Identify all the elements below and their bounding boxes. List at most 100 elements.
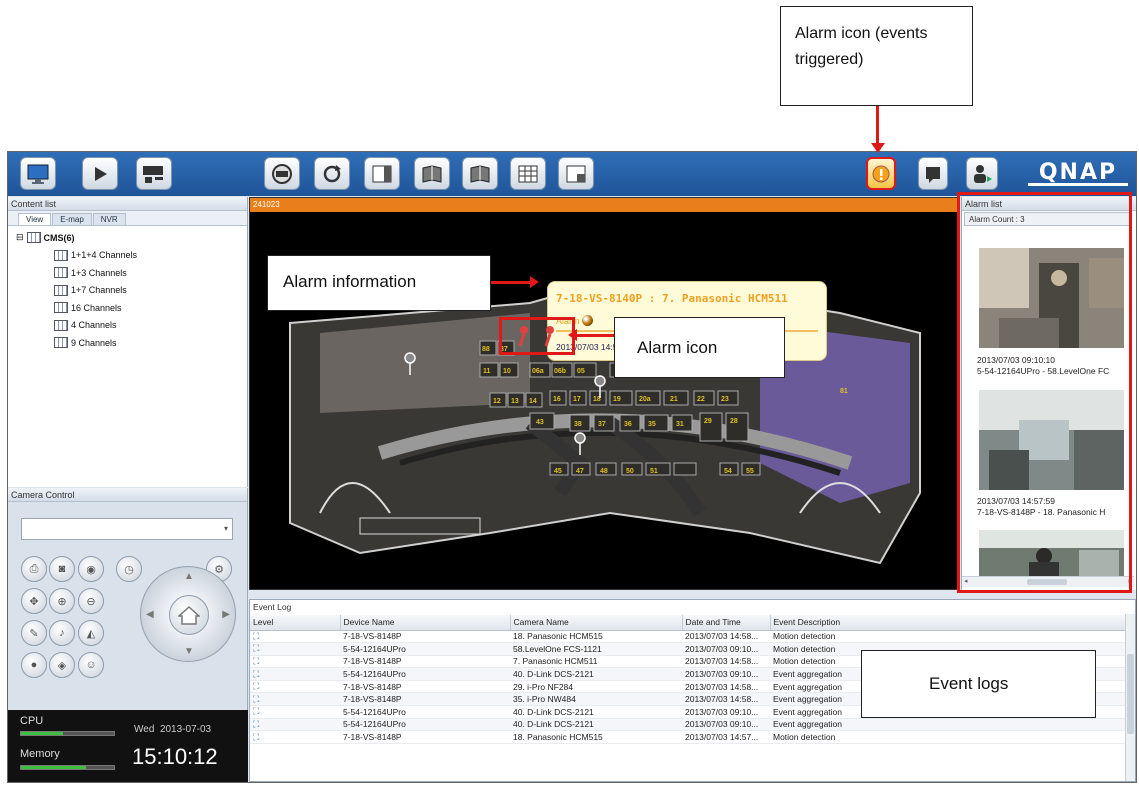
event-level-icon: ⛶ — [253, 668, 260, 679]
device-cell: 5-54-12164UPro — [340, 667, 510, 681]
config-tools-icon — [143, 165, 163, 183]
content-list-panel: Content list View E-map NVR ⊟ CMS(6) 1+1… — [8, 197, 248, 487]
event-level-icon: ⛶ — [253, 693, 260, 704]
play-icon — [95, 166, 107, 181]
grid-layout-button[interactable] — [510, 157, 546, 190]
emap-2-button[interactable] — [462, 157, 498, 190]
svg-text:50: 50 — [626, 468, 634, 475]
table-row[interactable]: ⛶ 7-18-VS-8148P 18. Panasonic HCM515 2013/0… — [250, 630, 1126, 644]
emap-button[interactable] — [414, 157, 450, 190]
ptz-cruise-button[interactable] — [264, 157, 300, 190]
time-display: 15:10:12 — [132, 744, 218, 769]
camera-cell: 7. Panasonic HCM511 — [510, 655, 682, 669]
event-log-scrollbar[interactable] — [1125, 614, 1135, 781]
iris-button[interactable]: ◭ — [78, 620, 104, 646]
svg-text:55: 55 — [746, 468, 754, 475]
tree-item[interactable]: 9 Channels — [16, 334, 247, 352]
event-level-icon: ⛶ — [253, 630, 260, 641]
record-button[interactable]: ◉ — [78, 556, 104, 582]
callout-alarm-icon-text: Alarm icon — [637, 338, 718, 357]
zoom-in-button[interactable]: ⊕ — [49, 588, 75, 614]
fullscreen-button[interactable] — [558, 157, 594, 190]
alarm-ball-icon — [581, 315, 593, 326]
ptz-up-icon[interactable]: ▲ — [184, 571, 194, 582]
camera-cell: 18. Panasonic HCM515 — [510, 730, 682, 744]
datetime-cell: 2013/07/03 14:58... — [682, 680, 770, 694]
event-level-icon: ⛶ — [253, 718, 260, 729]
ptz-down-icon[interactable]: ▼ — [184, 646, 194, 657]
column-camera[interactable]: Camera Name — [510, 615, 683, 631]
device-cell: 7-18-VS-8148P — [340, 692, 510, 707]
tree-item-label: 4 Channels — [71, 320, 117, 331]
camera-select[interactable]: ▾ — [21, 518, 233, 540]
svg-text:14: 14 — [529, 398, 537, 405]
event-log-scroll-thumb[interactable] — [1127, 654, 1134, 734]
audio-button[interactable]: ♪ — [49, 620, 75, 646]
level-cell: ⛶ — [250, 705, 340, 719]
memory-meter — [20, 765, 115, 770]
zoom-in-icon: ⊕ — [57, 595, 67, 608]
column-device[interactable]: Device Name — [340, 615, 511, 631]
column-event[interactable]: Event Description — [770, 615, 1126, 631]
table-row[interactable]: ⛶ 7-18-VS-8148P 18. Panasonic HCM515 2013/0… — [250, 730, 1126, 744]
sequential-mode-button[interactable] — [314, 157, 350, 190]
record-icon: ◉ — [86, 563, 96, 576]
live-view-button[interactable] — [20, 157, 56, 190]
refresh-icon — [323, 164, 341, 182]
clock-button[interactable]: ◷ — [116, 556, 142, 582]
notification-button[interactable] — [918, 157, 948, 190]
tree-item[interactable]: 16 Channels — [16, 299, 247, 317]
ptz-left-icon[interactable]: ◀ — [146, 609, 154, 620]
date-display: Wed 2013-07-03 — [134, 724, 212, 735]
preset-go-button[interactable]: ◈ — [49, 652, 75, 678]
callout-alarm-information-text: Alarm information — [283, 272, 417, 291]
tree-item[interactable]: 1+3 Channels — [16, 264, 247, 282]
svg-text:81: 81 — [840, 388, 848, 395]
user-logout-button[interactable] — [966, 157, 998, 190]
svg-text:51: 51 — [650, 468, 658, 475]
zoom-out-button[interactable]: ⊖ — [78, 588, 104, 614]
device-cell: 5-54-12164UPro — [340, 642, 510, 656]
tab-nvr[interactable]: NVR — [92, 213, 126, 225]
system-config-button[interactable] — [136, 157, 172, 190]
tab-emap[interactable]: E-map — [52, 213, 92, 225]
svg-text:37: 37 — [598, 421, 606, 428]
column-datetime[interactable]: Date and Time — [682, 615, 771, 631]
tree-item-label: 16 Channels — [71, 302, 122, 313]
device-cell: 7-18-VS-8148P — [340, 730, 510, 744]
playback-button[interactable] — [82, 157, 118, 190]
device-cell: 7-18-VS-8148P — [340, 680, 510, 694]
preset-button[interactable]: ● — [21, 652, 47, 678]
ptz-control-wheel[interactable]: ▲ ▼ ◀ ▶ — [140, 566, 236, 662]
svg-text:21: 21 — [670, 396, 678, 403]
collapse-icon[interactable]: ⊟ — [16, 232, 24, 243]
ptz-home-button[interactable] — [169, 595, 209, 635]
column-level[interactable]: Level — [250, 615, 341, 631]
monitor-icon — [27, 164, 49, 184]
alarm-camera-marker[interactable] — [499, 317, 575, 355]
user-view-button[interactable]: ☺ — [78, 652, 104, 678]
tab-view[interactable]: View — [18, 213, 52, 225]
memory-meter-fill — [21, 766, 87, 769]
tree-item[interactable]: 1+7 Channels — [16, 282, 247, 300]
single-layout-button[interactable] — [364, 157, 400, 190]
tree-item[interactable]: 4 Channels — [16, 317, 247, 335]
tree-root-label: CMS(6) — [43, 232, 75, 243]
alarm-button[interactable] — [866, 157, 896, 190]
camera-cell: 29. i-Pro NF284 — [510, 680, 682, 694]
ptz-right-icon[interactable]: ▶ — [222, 609, 230, 620]
digital-zoom-button[interactable]: ✥ — [21, 588, 47, 614]
svg-text:12: 12 — [493, 398, 501, 405]
tree-item[interactable]: 1+1+4 Channels — [16, 247, 247, 265]
callout-arrow-down-head — [871, 143, 885, 153]
callout-arrow-down — [876, 106, 879, 148]
tree-root[interactable]: ⊟ CMS(6) — [16, 229, 247, 247]
snapshot-button[interactable]: ⎙ — [21, 556, 47, 582]
alarm-bell-icon — [872, 165, 890, 182]
table-row[interactable]: ⛶ 5-54-12164UPro 40. D-Link DCS-2121 2013/0… — [250, 718, 1126, 732]
callout-arrow-right — [491, 281, 531, 284]
focus-button[interactable]: ✎ — [21, 620, 47, 646]
svg-text:22: 22 — [697, 396, 705, 403]
camera-button[interactable]: ◙ — [49, 556, 75, 582]
event-level-icon: ⛶ — [253, 706, 260, 717]
